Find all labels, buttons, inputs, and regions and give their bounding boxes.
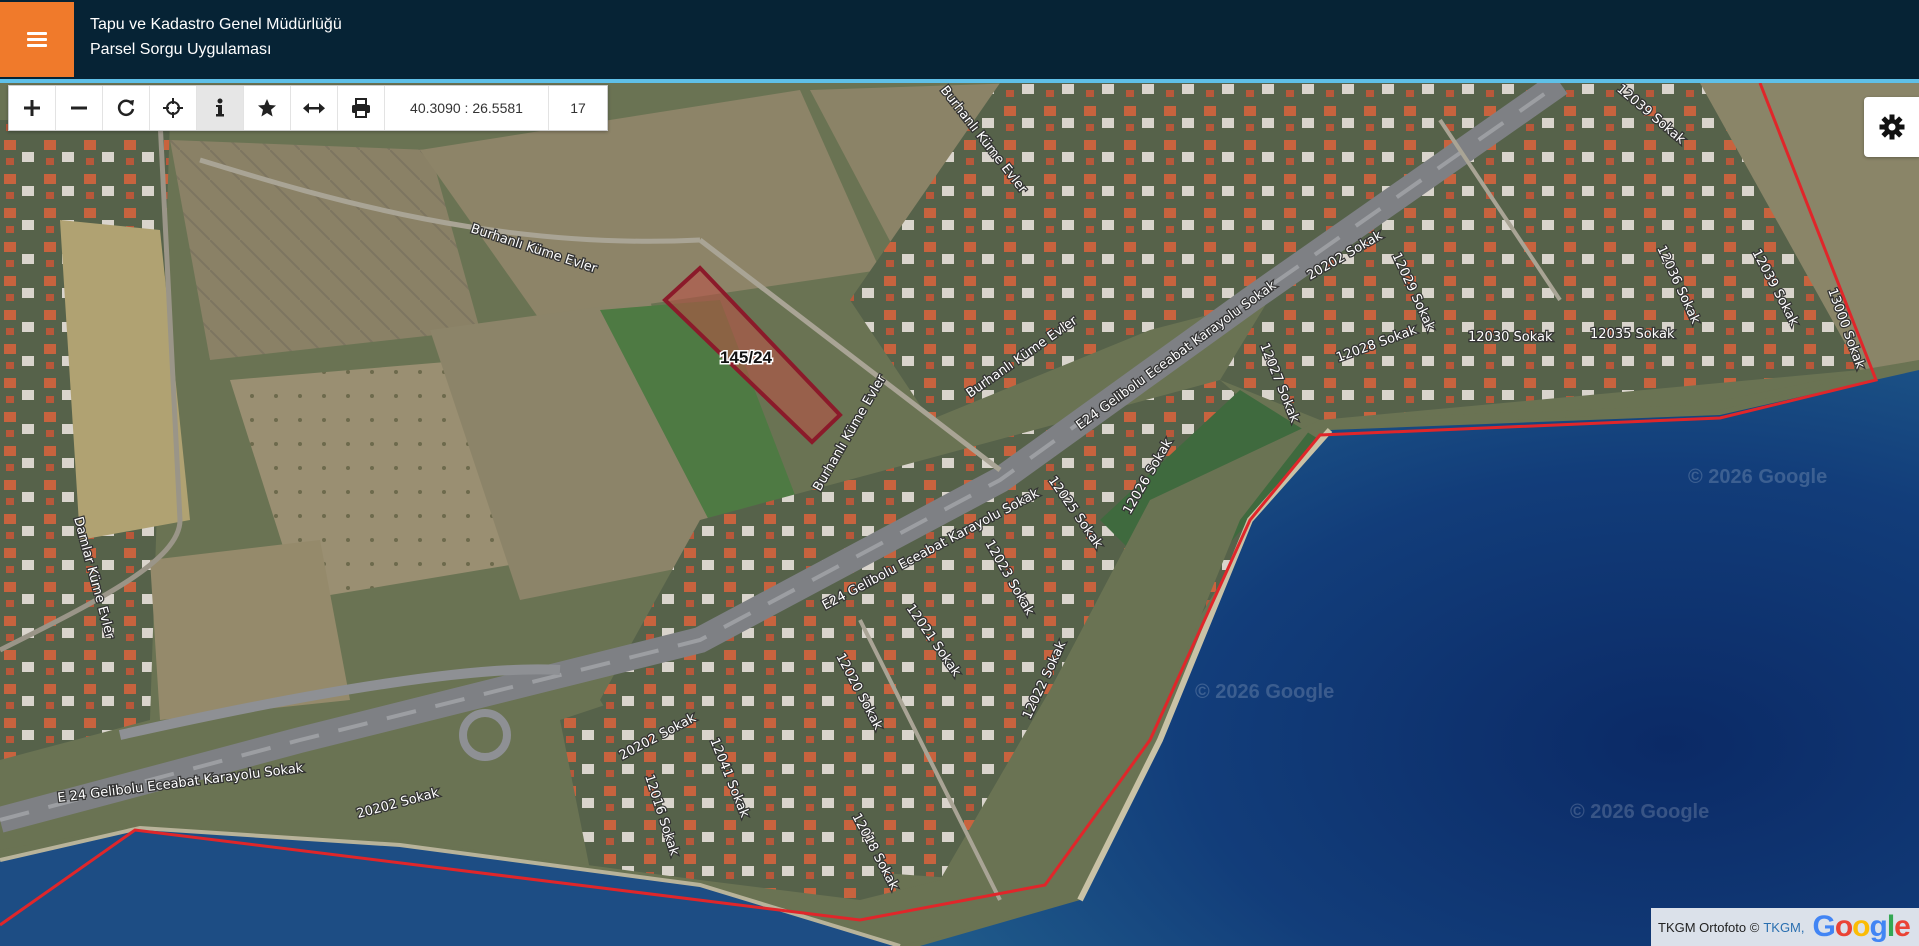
star-icon — [258, 99, 276, 117]
street-label: 12029 Sokak — [1388, 250, 1437, 333]
plus-icon — [24, 100, 40, 116]
street-label: Burhanlı Küme Evler — [810, 372, 889, 494]
street-label: 20202 Sokak — [617, 710, 699, 763]
street-label: 12028 Sokak — [1334, 323, 1419, 366]
street-label: Burhanlı Küme Evler — [469, 222, 600, 277]
gear-icon — [1879, 114, 1904, 140]
street-label: Damlar Küme Evler — [70, 515, 117, 641]
refresh-icon — [117, 99, 135, 116]
settings-button[interactable] — [1864, 97, 1919, 157]
arrows-horizontal-icon — [303, 103, 325, 114]
crosshair-icon — [163, 98, 183, 118]
street-label: 20202 Sokak — [355, 785, 441, 821]
app-title: Tapu ve Kadastro Genel Müdürlüğü — [90, 16, 342, 33]
street-label: 12025 Sokak — [1045, 474, 1106, 552]
zoom-out-button[interactable] — [56, 86, 103, 130]
print-icon — [352, 98, 370, 118]
street-label: 12030 Sokak — [1468, 330, 1553, 345]
street-label: 12039 Sokak — [1748, 247, 1801, 329]
map-watermark: © 2026 Google — [1570, 801, 1709, 823]
street-label: 12021 Sokak — [903, 602, 964, 680]
street-label: 12035 Sokak — [1590, 327, 1675, 342]
measure-button[interactable] — [291, 86, 338, 130]
street-label: E24 Gelibolu Eceabat Karayolu Sokak — [820, 486, 1042, 614]
info-button[interactable] — [197, 86, 244, 130]
hamburger-icon — [27, 31, 47, 48]
street-label: 12016 Sokak — [641, 773, 682, 858]
map-watermark: © 2026 Google — [1195, 681, 1334, 703]
street-label: 13000 Sokak — [1824, 286, 1867, 371]
street-label: Burhanlı Küme Evler — [964, 313, 1081, 401]
app-subtitle: Parsel Sorgu Uygulaması — [90, 41, 272, 58]
app-header: Tapu ve Kadastro Genel Müdürlüğü Parsel … — [0, 0, 1919, 83]
parcel-label[interactable]: 145/24 — [719, 347, 775, 369]
street-label: 12041 Sokak — [706, 736, 752, 820]
street-label: 12023 Sokak — [982, 538, 1037, 619]
google-logo: Google — [1812, 910, 1911, 943]
street-label: E24 Gelibolu Eceabat Karayolu Sokak — [1074, 278, 1280, 433]
map-labels: Burhanlı Küme Evler Burhanlı Küme Evler … — [55, 83, 1868, 894]
map-watermark: © 2026 Google — [1688, 466, 1827, 488]
map-toolbar: 40.3090 : 26.5581 17 — [8, 85, 608, 131]
menu-button[interactable] — [0, 2, 74, 77]
street-label: 12018 Sokak — [848, 811, 901, 893]
map-attribution: TKGM Ortofoto © TKGM, Google — [1651, 908, 1919, 946]
map-view[interactable]: Burhanlı Küme Evler Burhanlı Küme Evler … — [0, 83, 1919, 946]
street-label: Burhanlı Küme Evler — [937, 83, 1030, 197]
info-icon — [216, 98, 224, 117]
street-label: 12027 Sokak — [1256, 341, 1302, 425]
street-label: 12022 Sokak — [1020, 638, 1069, 721]
refresh-button[interactable] — [103, 86, 150, 130]
tkgm-link[interactable]: TKGM, — [1763, 920, 1804, 935]
street-label: 12020 Sokak — [832, 651, 885, 733]
attribution-text: TKGM Ortofoto © — [1658, 919, 1760, 935]
favorites-button[interactable] — [244, 86, 291, 130]
minus-icon — [71, 106, 87, 110]
street-label: 20202 Sokak — [1305, 228, 1386, 283]
street-label: E 24 Gelibolu Eceabat Karayolu Sokak — [57, 761, 305, 806]
zoom-in-button[interactable] — [9, 86, 56, 130]
print-button[interactable] — [338, 86, 385, 130]
street-label: 12026 Sokak — [1120, 436, 1175, 517]
zoom-level-display: 17 — [570, 100, 586, 116]
street-label: 12039 Sokak — [1613, 83, 1688, 148]
coordinate-display: 40.3090 : 26.5581 — [385, 86, 549, 130]
locate-button[interactable] — [150, 86, 197, 130]
street-label: 12036 Sokak — [1653, 243, 1702, 326]
